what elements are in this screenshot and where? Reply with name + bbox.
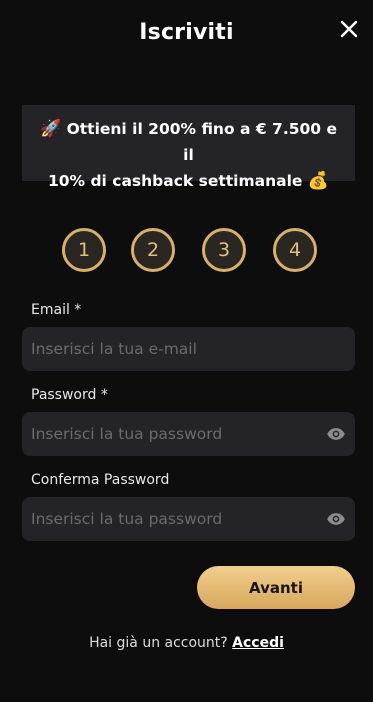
step-4: 4	[273, 228, 317, 272]
page-title: Iscriviti	[139, 20, 234, 45]
promo-text-2: 10% di cashback settimanale	[47, 172, 303, 190]
close-button[interactable]	[337, 17, 361, 41]
login-prompt-text: Hai già un account?	[89, 635, 228, 651]
money-bag-icon: 💰	[307, 171, 330, 191]
promo-banner: 🚀 Ottieni il 200% fino a € 7.500 e il 10…	[22, 105, 355, 191]
modal-header: Iscriviti	[0, 0, 373, 70]
email-input[interactable]	[22, 327, 355, 371]
confirm-password-label: Conferma Password	[31, 472, 170, 488]
email-field-container	[22, 327, 355, 371]
password-input[interactable]	[22, 412, 355, 456]
show-confirm-password-icon[interactable]	[325, 509, 347, 529]
login-link[interactable]: Accedi	[232, 635, 284, 651]
close-icon	[340, 20, 358, 38]
password-label: Password *	[31, 387, 108, 403]
confirm-password-input[interactable]	[22, 497, 355, 541]
show-password-icon[interactable]	[325, 424, 347, 444]
password-field-container	[22, 412, 355, 456]
step-2: 2	[131, 228, 175, 272]
promo-line-1: 🚀 Ottieni il 200% fino a € 7.500 e il	[36, 116, 341, 168]
login-prompt: Hai già un account? Accedi	[0, 635, 373, 651]
next-button[interactable]: Avanti	[197, 566, 355, 609]
email-label: Email *	[31, 302, 82, 318]
step-3: 3	[202, 228, 246, 272]
rocket-icon: 🚀	[40, 119, 62, 139]
promo-text-1: Ottieni il 200% fino a € 7.500 e il	[66, 120, 337, 164]
promo-line-2: 10% di cashback settimanale 💰	[36, 168, 341, 194]
step-indicator: 1 2 3 4	[0, 228, 373, 274]
confirm-password-field-container	[22, 497, 355, 541]
step-1: 1	[62, 228, 106, 272]
